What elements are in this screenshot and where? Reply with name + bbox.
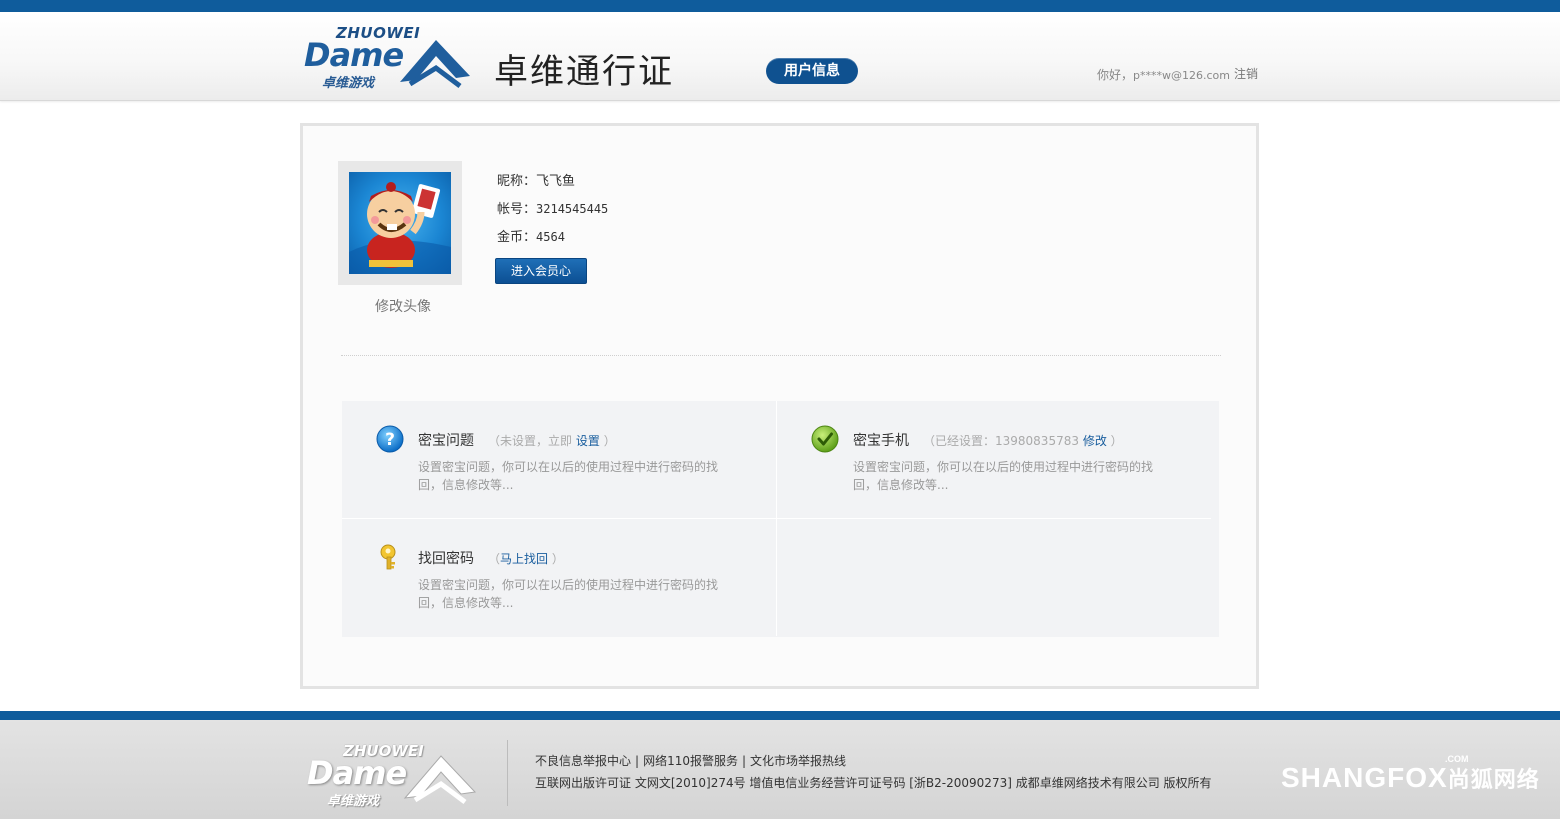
footer-link-report-center[interactable]: 不良信息举报中心 [535,754,631,768]
checkmark-icon [811,425,839,453]
footer-links: 不良信息举报中心 | 网络110报警服务 | 文化市场举报热线 [535,752,846,769]
recover-password-card: 找回密码 （马上找回 ） 设置密宝问题，你可以在以后的使用过程中进行密码的找回，… [342,519,777,636]
security-question-status: （未设置，立即 [488,434,573,448]
footer-divider [507,740,508,806]
security-question-card: ? 密宝问题 （未设置，立即 设置 ） 设置密宝问题，你可以在以后的使用过程中进… [342,401,777,519]
nickname-label: 昵称： [497,174,537,189]
partner-logo-com: .COM [1445,754,1469,764]
user-info-panel: 修改头像 昵称：飞飞鱼 帐号：3214545445 金币：4564 进入会员心 … [300,123,1259,689]
set-question-link[interactable]: 设置 [576,434,600,448]
coins-row: 金币：4564 [497,226,565,245]
user-email: p****w@126.com [1133,69,1230,82]
section-divider [341,355,1221,356]
key-icon [380,544,396,570]
avatar-frame [338,161,462,285]
footer-license: 互联网出版许可证 文网文[2010]274号 增值电信业务经营许可证号码 [浙B… [535,776,1212,790]
tab-user-info[interactable]: 用户信息 [766,58,858,84]
recover-note-start: （ [488,552,501,566]
security-phone-desc: 设置密宝问题，你可以在以后的使用过程中进行密码的找回，信息修改等... [853,460,1154,492]
security-question-note-end: ） [603,434,616,448]
greeting-label: 你好， [1097,68,1134,82]
empty-card [777,519,1211,636]
footer-logo-cn: 卓维游戏 [327,794,380,809]
logo-text-cn: 卓维游戏 [322,76,375,91]
nickname-row: 昵称：飞飞鱼 [497,170,575,189]
member-center-button[interactable]: 进入会员心 [495,258,587,284]
footer-link-separator: | [635,754,640,768]
footer-accent-bar [0,711,1560,720]
top-accent-bar [0,0,1560,12]
security-phone-card: 密宝手机 （已经设置：13980835783 修改 ） 设置密宝问题，你可以在以… [777,401,1211,519]
security-phone-title: 密宝手机 [853,433,909,449]
security-question-desc: 设置密宝问题，你可以在以后的使用过程中进行密码的找回，信息修改等... [418,460,719,492]
partner-logo-cn: 尚狐网络 [1447,767,1540,792]
site-header: ZHUOWEI Dame 卓维游戏 卓维通行证 用户信息 你好，p****w@1… [0,12,1560,101]
recover-password-title: 找回密码 [418,551,474,567]
change-avatar-link[interactable]: 修改头像 [375,296,431,316]
partner-logo[interactable]: SHANGFOX尚狐网络 .COM [1281,754,1540,794]
coins-value: 4564 [536,230,565,244]
user-greeting: 你好，p****w@126.com [1097,66,1230,83]
modify-phone-link[interactable]: 修改 [1083,434,1107,448]
partner-logo-en: SHANGFOX [1281,762,1448,793]
logout-link[interactable]: 注销 [1234,65,1258,82]
footer-link-separator: | [741,754,747,768]
recover-now-link[interactable]: 马上找回 [500,552,548,566]
security-question-title: 密宝问题 [418,433,474,449]
footer-logo-mark-icon [403,755,477,804]
security-grid: ? 密宝问题 （未设置，立即 设置 ） 设置密宝问题，你可以在以后的使用过程中进… [342,401,1219,637]
logo-text-en-main: Dame [304,36,404,74]
footer-logo[interactable]: ZHUOWEI Dame 卓维游戏 [303,742,478,812]
security-phone-status: （已经设置：13980835783 [923,434,1079,448]
security-phone-note-end: ） [1110,434,1123,448]
recover-note-end: ） [551,552,564,566]
site-footer: ZHUOWEI Dame 卓维游戏 不良信息举报中心 | 网络110报警服务 | 文化市… [0,720,1560,819]
account-row: 帐号：3214545445 [497,198,608,217]
avatar[interactable] [349,172,451,274]
footer-link-police-110[interactable]: 网络110报警服务 [643,754,738,768]
recover-password-note: （马上找回 ） [488,550,564,567]
avatar-cartoon-icon [349,182,451,274]
account-value: 3214545445 [536,202,609,216]
security-question-note: （未设置，立即 设置 ） [488,432,616,449]
account-label: 帐号： [497,202,537,217]
svg-text:?: ? [385,430,395,450]
question-icon: ? [376,425,404,453]
page-title: 卓维通行证 [494,52,674,92]
site-logo[interactable]: ZHUOWEI Dame 卓维游戏 [300,22,475,92]
logo-mark-icon [400,40,470,88]
footer-logo-en-main: Dame [307,754,407,792]
recover-password-desc: 设置密宝问题，你可以在以后的使用过程中进行密码的找回，信息修改等... [418,578,719,610]
nickname-value: 飞飞鱼 [536,174,576,189]
security-phone-note: （已经设置：13980835783 修改 ） [923,432,1123,449]
footer-link-culture-hotline[interactable]: 文化市场举报热线 [750,754,846,768]
coins-label: 金币： [497,230,537,245]
